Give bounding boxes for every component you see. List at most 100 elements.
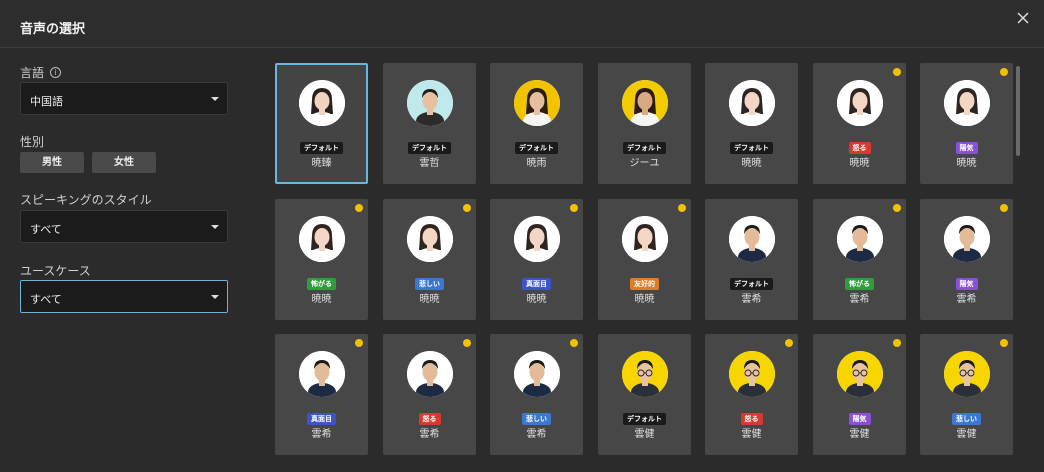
chevron-down-icon — [211, 225, 219, 229]
voice-name: 暁暁 — [956, 158, 977, 169]
gender-male-button[interactable]: 男性 — [20, 152, 84, 173]
style-tag: デフォルト — [598, 406, 691, 425]
voice-card[interactable]: 悲しい 雲健 — [920, 334, 1013, 455]
style-tag-label: 怖がる — [307, 278, 336, 290]
voice-name: 雲希 — [849, 294, 870, 305]
style-tag: 怖がる — [813, 271, 906, 290]
close-icon[interactable] — [1012, 7, 1034, 29]
style-tag-label: デフォルト — [623, 413, 666, 425]
style-tag-label: デフォルト — [730, 142, 773, 154]
style-tag-label: デフォルト — [300, 142, 343, 154]
voice-name: 暁暁 — [526, 294, 547, 305]
avatar — [514, 216, 560, 262]
style-tag-label: 怒る — [418, 413, 441, 425]
voice-name: 暁暁 — [419, 294, 440, 305]
premium-icon — [893, 204, 901, 212]
avatar — [407, 351, 453, 397]
chevron-down-icon — [211, 295, 219, 299]
avatar — [837, 351, 883, 397]
avatar — [944, 351, 990, 397]
voice-name: 雲希 — [956, 294, 977, 305]
voice-card[interactable]: 怖がる 暁暁 — [275, 199, 368, 320]
voice-card[interactable]: 陽気 雲健 — [813, 334, 906, 455]
style-tag: 真面目 — [275, 406, 368, 425]
premium-icon — [893, 68, 901, 76]
voice-card[interactable]: 悲しい 暁暁 — [383, 199, 476, 320]
style-tag: 陽気 — [813, 406, 906, 425]
voice-card[interactable]: 真面目 雲希 — [275, 334, 368, 455]
avatar — [622, 80, 668, 126]
filter-sidebar: 言語 i 中国語 性別 男性 女性 スピーキングのスタイル すべて ユースケース… — [0, 48, 250, 472]
style-tag: 陽気 — [920, 135, 1013, 154]
usecase-select[interactable]: すべて — [20, 280, 228, 313]
voice-card[interactable]: 悲しい 雲希 — [490, 334, 583, 455]
voice-card[interactable]: 怒る 雲希 — [383, 334, 476, 455]
gender-female-button[interactable]: 女性 — [92, 152, 156, 173]
avatar — [514, 351, 560, 397]
style-tag: デフォルト — [277, 135, 366, 154]
style-select[interactable]: すべて — [20, 210, 228, 243]
style-tag: 悲しい — [490, 406, 583, 425]
avatar — [299, 80, 345, 126]
avatar — [944, 80, 990, 126]
voice-name: 雲健 — [634, 429, 655, 440]
voice-card[interactable]: 陽気 雲希 — [920, 199, 1013, 320]
voice-name: 雲希 — [311, 429, 332, 440]
style-tag-label: 真面目 — [307, 413, 336, 425]
avatar — [622, 351, 668, 397]
voice-card[interactable]: 怖がる 雲希 — [813, 199, 906, 320]
avatar — [729, 351, 775, 397]
voice-card[interactable]: デフォルト 雲希 — [705, 199, 798, 320]
style-tag: デフォルト — [598, 135, 691, 154]
voice-card[interactable]: 友好的 暁暁 — [598, 199, 691, 320]
chevron-down-icon — [211, 97, 219, 101]
gender-label: 性別 — [20, 135, 45, 149]
language-select[interactable]: 中国語 — [20, 82, 228, 115]
style-label: スピーキングのスタイル — [20, 193, 152, 207]
premium-icon — [1000, 339, 1008, 347]
style-tag-label: 陽気 — [848, 413, 871, 425]
avatar — [729, 216, 775, 262]
dialog-title: 音声の選択 — [20, 22, 86, 37]
info-icon[interactable]: i — [50, 67, 62, 78]
voice-card[interactable]: デフォルト 雲健 — [598, 334, 691, 455]
avatar — [407, 216, 453, 262]
style-tag-label: デフォルト — [730, 278, 773, 290]
premium-icon — [355, 339, 363, 347]
voice-card[interactable]: デフォルト 暁暁 — [705, 63, 798, 184]
voice-name: 雲健 — [956, 429, 977, 440]
premium-icon — [893, 339, 901, 347]
style-tag: 悲しい — [383, 271, 476, 290]
voice-card[interactable]: 怒る 暁暁 — [813, 63, 906, 184]
voice-name: 暁暁 — [311, 294, 332, 305]
voice-name: 暁暁 — [741, 158, 762, 169]
voice-card[interactable]: デフォルト 暁臻 — [275, 63, 368, 184]
style-tag: 怒る — [705, 406, 798, 425]
style-tag-label: 陽気 — [955, 278, 978, 290]
voice-name: 雲希 — [741, 294, 762, 305]
voice-card[interactable]: 真面目 暁暁 — [490, 199, 583, 320]
premium-icon — [570, 339, 578, 347]
style-tag-label: 陽気 — [955, 142, 978, 154]
voice-card[interactable]: デフォルト 暁雨 — [490, 63, 583, 184]
avatar — [944, 216, 990, 262]
voice-grid: デフォルト 暁臻 デフォルト 雲哲 デフォルト 暁雨 デフォルト ジーユ デフォルト 暁暁 怒る 暁暁… — [275, 63, 1015, 472]
voice-card[interactable]: デフォルト 雲哲 — [383, 63, 476, 184]
style-tag-label: デフォルト — [515, 142, 558, 154]
dialog-header: 音声の選択 — [0, 0, 1044, 48]
avatar — [299, 216, 345, 262]
avatar — [299, 351, 345, 397]
style-tag: デフォルト — [705, 135, 798, 154]
voice-card[interactable]: 陽気 暁暁 — [920, 63, 1013, 184]
style-tag: 真面目 — [490, 271, 583, 290]
voice-name: 暁暁 — [849, 158, 870, 169]
voice-card[interactable]: 怒る 雲健 — [705, 334, 798, 455]
style-tag: 友好的 — [598, 271, 691, 290]
scrollbar[interactable] — [1016, 66, 1020, 156]
voice-name: ジーユ — [629, 158, 660, 169]
voice-card[interactable]: デフォルト ジーユ — [598, 63, 691, 184]
premium-icon — [463, 204, 471, 212]
style-tag-label: デフォルト — [623, 142, 666, 154]
voice-name: 雲希 — [526, 429, 547, 440]
premium-icon — [1000, 204, 1008, 212]
